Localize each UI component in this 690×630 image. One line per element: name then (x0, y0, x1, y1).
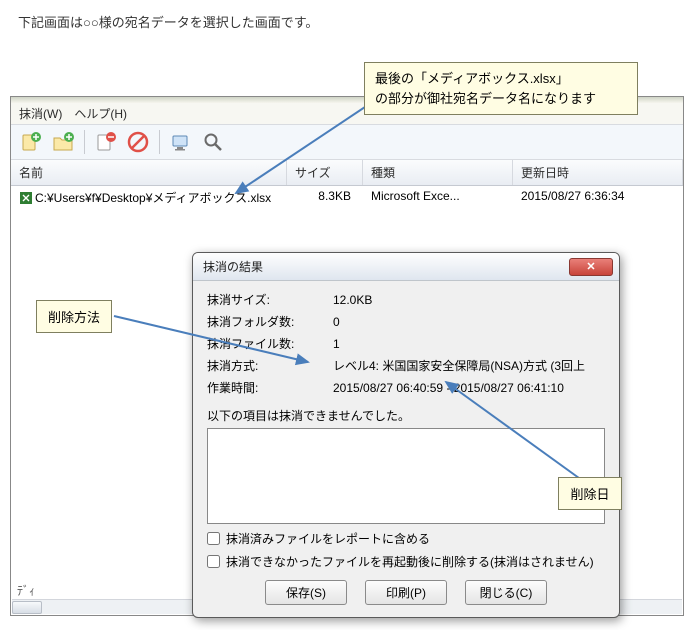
checkbox-reboot-input[interactable] (207, 555, 220, 568)
excel-icon (19, 191, 33, 205)
size-value: 12.0KB (333, 291, 605, 309)
method-value: レベル4: 米国国家安全保障局(NSA)方式 (3回上 (333, 357, 605, 375)
result-dialog: 抹消の結果 ✕ 抹消サイズ: 12.0KB 抹消フォルダ数: 0 抹消ファイル数… (192, 252, 620, 618)
file-updated: 2015/08/27 6:36:34 (513, 186, 683, 209)
failed-list[interactable] (207, 428, 605, 524)
checkbox-report-input[interactable] (207, 532, 220, 545)
col-type[interactable]: 種類 (363, 160, 513, 185)
menu-erase[interactable]: 抹消(W) (19, 105, 62, 122)
callout-left: 削除方法 (36, 300, 112, 333)
callout-right: 削除日 (558, 477, 622, 510)
taskbar-fragment: ﾃﾞｨ (11, 582, 35, 599)
add-file-icon[interactable] (17, 128, 45, 156)
checkbox-report-label: 抹消済みファイルをレポートに含める (226, 530, 430, 547)
checkbox-reboot-label: 抹消できなかったファイルを再起動後に削除する(抹消はされません) (226, 553, 594, 570)
list-item[interactable]: C:¥Users¥f¥Desktop¥メディアボックス.xlsx 8.3KB M… (11, 186, 683, 209)
dialog-title-text: 抹消の結果 (203, 258, 263, 275)
remove-icon[interactable] (92, 128, 120, 156)
close-button[interactable]: 閉じる(C) (465, 580, 547, 605)
files-label: 抹消ファイル数: (207, 335, 323, 353)
files-value: 1 (333, 335, 605, 353)
toolbar (11, 124, 683, 160)
checkbox-reboot[interactable]: 抹消できなかったファイルを再起動後に削除する(抹消はされません) (207, 553, 605, 570)
print-button[interactable]: 印刷(P) (365, 580, 447, 605)
col-size[interactable]: サイズ (287, 160, 363, 185)
callout-top-line2: の部分が御社宛名データ名になります (375, 91, 596, 106)
folders-value: 0 (333, 313, 605, 331)
size-label: 抹消サイズ: (207, 291, 323, 309)
time-label: 作業時間: (207, 379, 323, 397)
add-folder-icon[interactable] (49, 128, 77, 156)
col-name[interactable]: 名前 (11, 160, 287, 185)
callout-top: 最後の「メディアボックス.xlsx」 の部分が御社宛名データ名になります (364, 62, 638, 115)
file-size: 8.3KB (287, 186, 363, 209)
col-updated[interactable]: 更新日時 (513, 160, 683, 185)
page-intro: 下記画面は○○様の宛名データを選択した画面です。 (0, 0, 690, 37)
failed-heading: 以下の項目は抹消できませんでした。 (207, 407, 605, 424)
file-list: C:¥Users¥f¥Desktop¥メディアボックス.xlsx 8.3KB M… (11, 186, 683, 209)
menu-help[interactable]: ヘルプ(H) (74, 105, 127, 122)
checkbox-report[interactable]: 抹消済みファイルをレポートに含める (207, 530, 605, 547)
file-type: Microsoft Exce... (363, 186, 513, 209)
save-button[interactable]: 保存(S) (265, 580, 347, 605)
computer-icon[interactable] (167, 128, 195, 156)
block-icon[interactable] (124, 128, 152, 156)
search-icon[interactable] (199, 128, 227, 156)
dialog-titlebar[interactable]: 抹消の結果 ✕ (193, 253, 619, 281)
folders-label: 抹消フォルダ数: (207, 313, 323, 331)
close-icon[interactable]: ✕ (569, 258, 613, 276)
time-value: 2015/08/27 06:40:59 - 2015/08/27 06:41:1… (333, 379, 605, 397)
list-header: 名前 サイズ 種類 更新日時 (11, 160, 683, 186)
file-path: C:¥Users¥f¥Desktop¥メディアボックス.xlsx (35, 189, 271, 206)
method-label: 抹消方式: (207, 357, 323, 375)
callout-top-line1: 最後の「メディアボックス.xlsx」 (375, 71, 569, 86)
